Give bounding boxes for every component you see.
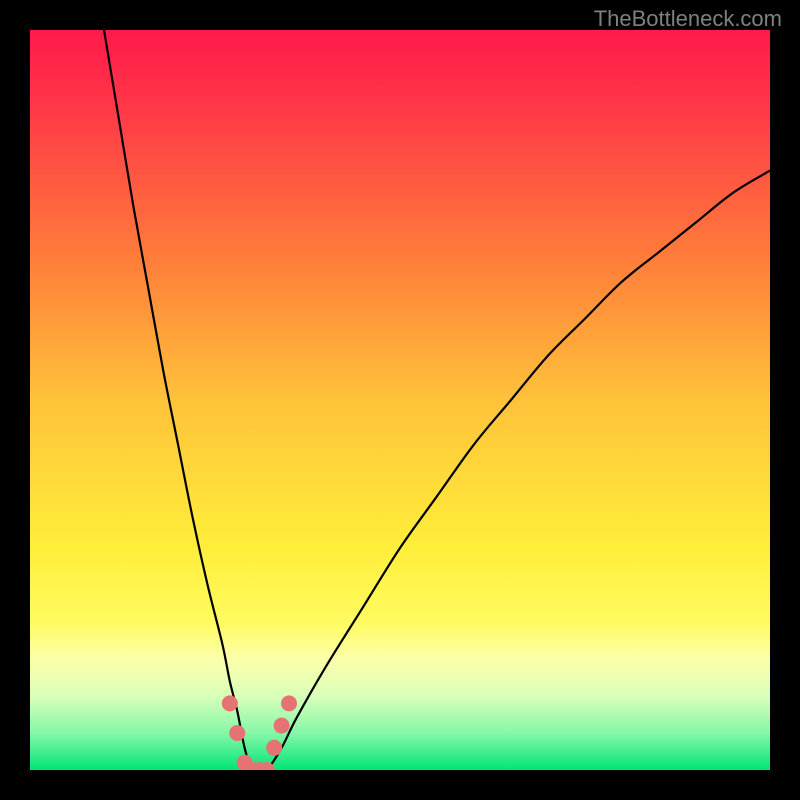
chart-svg	[30, 30, 770, 770]
data-marker	[222, 695, 238, 711]
gradient-background	[30, 30, 770, 770]
chart-container: TheBottleneck.com	[0, 0, 800, 800]
data-marker	[274, 718, 290, 734]
data-marker	[229, 725, 245, 741]
data-marker	[281, 695, 297, 711]
data-marker	[266, 740, 282, 756]
watermark-text: TheBottleneck.com	[594, 6, 782, 32]
plot-area	[30, 30, 770, 770]
